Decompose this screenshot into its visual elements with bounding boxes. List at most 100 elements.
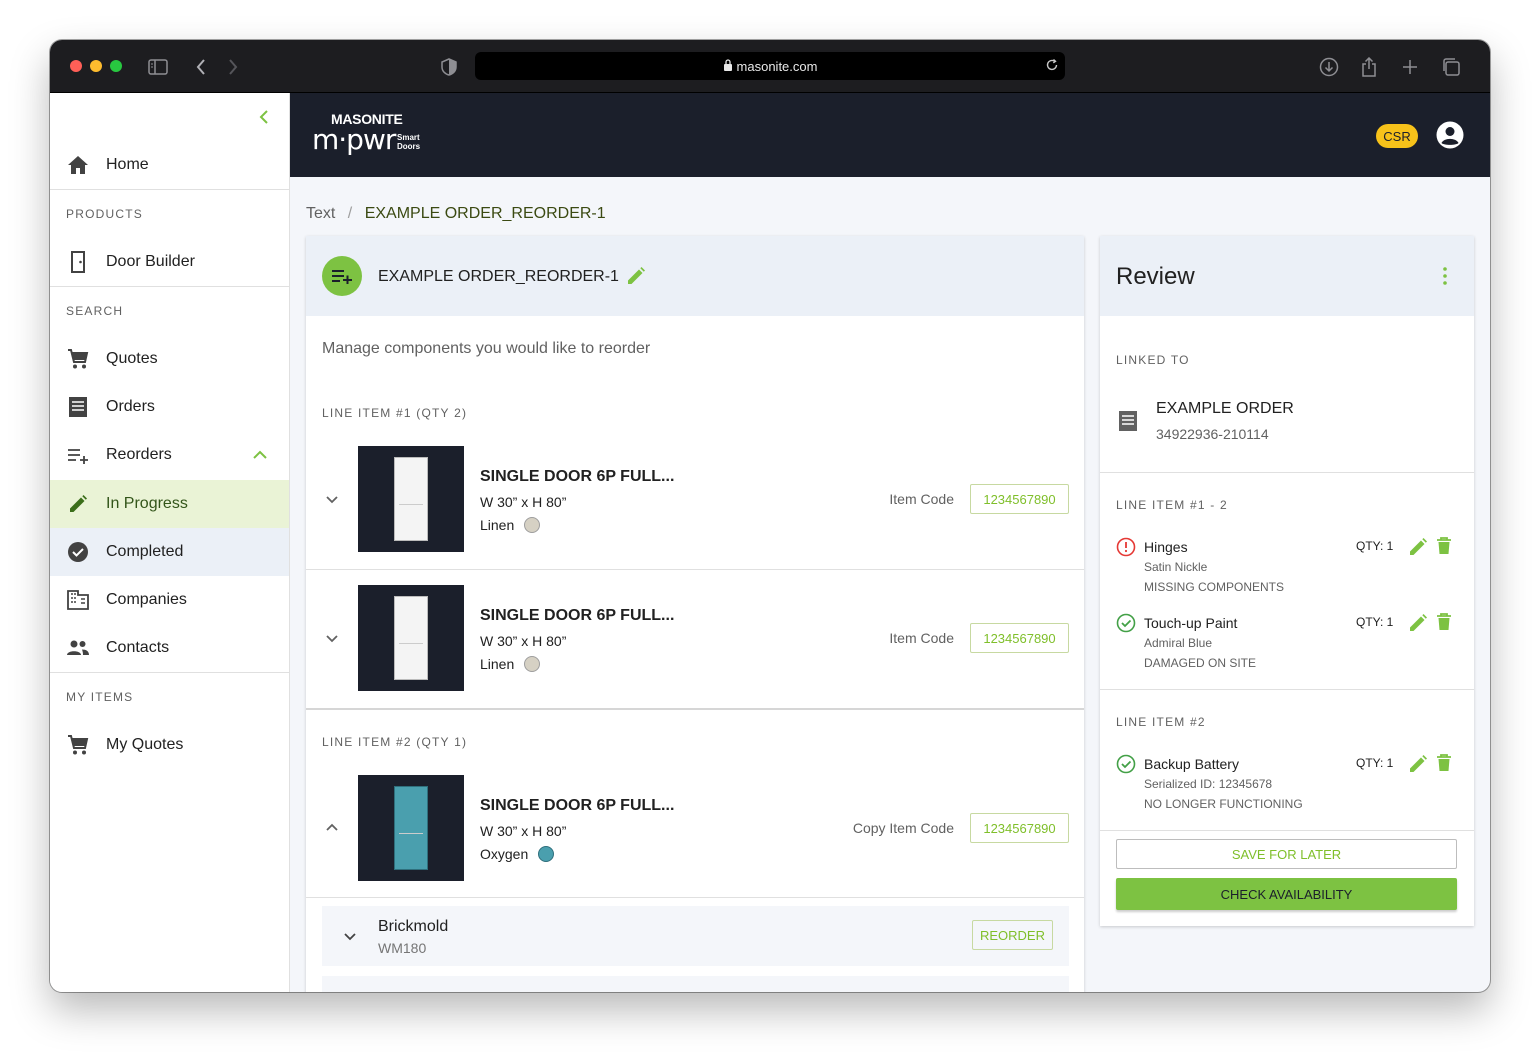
maximize-window-button[interactable] xyxy=(110,60,122,72)
new-tab-icon[interactable] xyxy=(1399,56,1421,78)
minimize-window-button[interactable] xyxy=(90,60,102,72)
edit-icon[interactable] xyxy=(1408,754,1428,774)
browser-toolbar: masonite.com xyxy=(50,40,1490,93)
reorder-card: EXAMPLE ORDER_REORDER-1 Manage component… xyxy=(306,236,1084,992)
sidebar-item-label: In Progress xyxy=(106,495,188,512)
brand-main: m·pwr xyxy=(312,123,396,156)
sidebar-item-label: Reorders xyxy=(106,446,172,463)
component-name: Brickmold xyxy=(378,918,449,935)
reorder-button[interactable]: REORDER xyxy=(972,920,1053,950)
sidebar-item-home[interactable]: Home xyxy=(50,141,289,189)
sidebar-item-label: Companies xyxy=(106,591,187,608)
share-icon[interactable] xyxy=(1358,56,1380,78)
address-bar[interactable]: masonite.com xyxy=(475,52,1065,80)
item-code-label: Item Code xyxy=(889,491,954,507)
sidebar-toggle-icon[interactable] xyxy=(147,56,169,78)
product-title: SINGLE DOOR 6P FULL... xyxy=(480,607,675,624)
review-item-reason: NO LONGER FUNCTIONING xyxy=(1144,797,1303,811)
sidebar-item-completed[interactable]: Completed xyxy=(50,528,289,576)
delete-icon[interactable] xyxy=(1436,754,1456,774)
people-icon xyxy=(66,636,90,660)
item-code-label[interactable]: Copy Item Code xyxy=(814,820,954,836)
review-item-qty: QTY: 1 xyxy=(1356,539,1394,553)
breadcrumb-root[interactable]: Text xyxy=(306,205,335,222)
edit-icon[interactable] xyxy=(1408,537,1428,557)
divider xyxy=(50,672,289,673)
item-code-label: Item Code xyxy=(889,630,954,646)
linked-order-name[interactable]: EXAMPLE ORDER xyxy=(1156,400,1294,418)
item-code-button[interactable]: 1234567890 xyxy=(970,813,1069,843)
review-item-qty: QTY: 1 xyxy=(1356,615,1394,629)
chevron-up-icon[interactable] xyxy=(250,445,270,470)
review-item-name: Hinges xyxy=(1144,539,1188,555)
shopping-cart-icon xyxy=(66,347,90,371)
review-item-qty: QTY: 1 xyxy=(1356,756,1394,770)
role-badge: CSR xyxy=(1376,124,1418,148)
line-item-row: SINGLE DOOR 6P FULL... W 30” x H 80” Lin… xyxy=(306,430,1084,569)
edit-icon[interactable] xyxy=(1408,613,1428,633)
close-window-button[interactable] xyxy=(70,60,82,72)
divider xyxy=(1100,830,1474,831)
reload-icon[interactable] xyxy=(1045,58,1059,75)
more-vert-icon[interactable] xyxy=(1436,266,1454,291)
chevron-down-icon[interactable] xyxy=(322,489,342,509)
door-icon xyxy=(66,250,90,274)
sidebar-item-contacts[interactable]: Contacts xyxy=(50,624,289,672)
sidebar-item-in-progress[interactable]: In Progress xyxy=(50,480,289,528)
sidebar-item-my-quotes[interactable]: My Quotes xyxy=(50,721,289,769)
product-title: SINGLE DOOR 6P FULL... xyxy=(480,797,675,814)
download-icon[interactable] xyxy=(1318,56,1340,78)
back-icon[interactable] xyxy=(190,56,212,78)
brand-sub-line2: Doors xyxy=(397,142,421,151)
review-item-name: Backup Battery xyxy=(1144,756,1239,772)
save-for-later-button[interactable]: SAVE FOR LATER xyxy=(1116,839,1457,869)
order-title: EXAMPLE ORDER_REORDER-1 xyxy=(378,268,619,285)
account-icon[interactable] xyxy=(1436,121,1464,154)
sidebar-item-reorders[interactable]: Reorders xyxy=(50,431,289,479)
product-dimensions: W 30” x H 80” xyxy=(480,633,567,649)
component-row: Brickmold WM180 REORDER xyxy=(322,906,1069,966)
review-item-name: Touch-up Paint xyxy=(1144,615,1238,631)
divider xyxy=(306,708,1084,710)
chevron-up-icon[interactable] xyxy=(322,818,342,838)
sidebar-item-companies[interactable]: Companies xyxy=(50,576,289,624)
divider xyxy=(50,286,289,287)
sidebar-item-label: Orders xyxy=(106,398,155,415)
chevron-down-icon[interactable] xyxy=(340,926,360,951)
linked-order-number: 34922936-210114 xyxy=(1156,426,1269,442)
sidebar-item-door-builder[interactable]: Door Builder xyxy=(50,238,289,286)
pencil-icon xyxy=(66,492,90,516)
review-item: Hinges Satin Nickle MISSING COMPONENTS Q… xyxy=(1116,537,1456,599)
shield-icon[interactable] xyxy=(438,56,460,78)
chevron-down-icon[interactable] xyxy=(322,628,342,648)
sidebar-item-label: Door Builder xyxy=(106,253,195,270)
check-availability-button[interactable]: CHECK AVAILABILITY xyxy=(1116,878,1457,910)
reorder-card-header: EXAMPLE ORDER_REORDER-1 xyxy=(306,236,1084,316)
delete-icon[interactable] xyxy=(1436,537,1456,557)
review-title: Review xyxy=(1116,263,1195,290)
url-text: masonite.com xyxy=(736,58,818,74)
divider xyxy=(1100,689,1474,690)
building-icon xyxy=(66,588,90,612)
delete-icon[interactable] xyxy=(1436,613,1456,633)
forward-icon[interactable] xyxy=(222,56,244,78)
sidebar-item-quotes[interactable]: Quotes xyxy=(50,335,289,383)
receipt-icon xyxy=(66,395,90,419)
line-item-2-label: LINE ITEM #2 (QTY 1) xyxy=(322,735,468,749)
item-code-button[interactable]: 1234567890 xyxy=(970,484,1069,514)
door-thumbnail xyxy=(358,585,464,691)
collapse-sidebar-icon[interactable] xyxy=(254,107,274,127)
product-dimensions: W 30” x H 80” xyxy=(480,823,567,839)
edit-title-icon[interactable] xyxy=(626,266,646,291)
color-name: Oxygen xyxy=(480,846,529,862)
line-item-1-label: LINE ITEM #1 (QTY 2) xyxy=(322,406,468,420)
home-icon xyxy=(66,153,90,177)
item-code-button[interactable]: 1234567890 xyxy=(970,623,1069,653)
breadcrumb-current: EXAMPLE ORDER_REORDER-1 xyxy=(364,205,606,222)
review-item-detail: Admiral Blue xyxy=(1144,636,1213,650)
browser-window: masonite.com Home PRODUCTS Door Builder … xyxy=(50,40,1490,992)
tabs-overview-icon[interactable] xyxy=(1440,56,1462,78)
review-item: Touch-up Paint Admiral Blue DAMAGED ON S… xyxy=(1116,613,1456,675)
masonite-logo[interactable]: MASONITE m·pwr Smart Doors xyxy=(312,111,432,159)
sidebar-item-orders[interactable]: Orders xyxy=(50,383,289,431)
